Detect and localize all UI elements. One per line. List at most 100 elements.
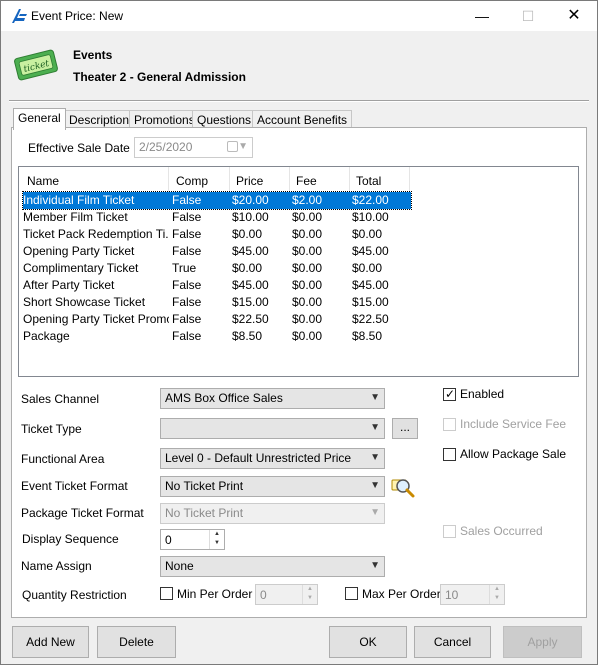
cell-comp: False	[172, 312, 202, 326]
cell-price: $0.00	[232, 227, 263, 241]
cell-total: $22.00	[352, 193, 389, 207]
header-event: Theater 2 - General Admission	[73, 70, 246, 84]
cell-total: $0.00	[352, 261, 383, 275]
table-row[interactable]: Complimentary Ticket True $0.00 $0.00 $0.00	[23, 260, 411, 277]
spin-down-icon[interactable]: ▼	[210, 539, 224, 548]
name-assign-label: Name Assign	[21, 559, 92, 573]
spin-up-icon[interactable]: ▲	[210, 530, 224, 539]
package-ticket-format-select[interactable]: No Ticket Print ▼	[160, 503, 385, 524]
column-header-fee[interactable]: Fee	[290, 167, 350, 192]
stepper-buttons[interactable]: ▲ ▼	[489, 585, 504, 604]
sales-occurred-checkbox[interactable]	[443, 525, 456, 538]
event-ticket-format-label: Event Ticket Format	[21, 479, 128, 493]
name-assign-select[interactable]: None ▼	[160, 556, 385, 577]
title-bar: Event Price: New — ☐ ✕	[1, 1, 597, 31]
table-row[interactable]: Ticket Pack Redemption Ti... False $0.00 $0…	[23, 226, 411, 243]
event-ticket-format-select[interactable]: No Ticket Print ▼	[160, 476, 385, 497]
close-button[interactable]: ✕	[551, 1, 597, 31]
cell-comp: False	[172, 295, 202, 309]
cell-name: Opening Party Ticket Promo	[23, 312, 169, 326]
display-sequence-label: Display Sequence	[22, 532, 119, 546]
window-title: Event Price: New	[31, 9, 124, 23]
table-row[interactable]: Individual Film Ticket False $20.00 $2.00 $2…	[22, 191, 412, 210]
header-category: Events	[73, 48, 113, 62]
table-row[interactable]: Package False $8.50 $0.00 $8.50	[23, 328, 411, 345]
spin-down-icon[interactable]: ▼	[490, 594, 504, 603]
spin-up-icon[interactable]: ▲	[303, 585, 317, 594]
table-row[interactable]: Opening Party Ticket Promo False $22.50 $0.…	[23, 311, 411, 328]
display-sequence-stepper[interactable]: 0 ▲ ▼	[160, 529, 225, 550]
table-row[interactable]: After Party Ticket False $45.00 $0.00 $45.00	[23, 277, 411, 294]
stepper-buttons[interactable]: ▲ ▼	[209, 530, 224, 549]
cell-comp: False	[172, 227, 202, 241]
ticket-type-select[interactable]: ▼	[160, 418, 385, 439]
max-per-order-checkbox[interactable]	[345, 587, 358, 600]
price-grid[interactable]: Name Comp Price Fee Total Individual Fil…	[18, 166, 579, 377]
chevron-down-icon: ▼	[370, 507, 380, 518]
cell-comp: False	[172, 244, 202, 258]
effective-sale-date-picker[interactable]: 2/25/2020 ▼	[134, 137, 253, 158]
table-row[interactable]: Short Showcase Ticket False $15.00 $0.00 $15…	[23, 294, 411, 311]
stepper-buttons[interactable]: ▲ ▼	[302, 585, 317, 604]
min-per-order-label: Min Per Order	[177, 587, 253, 601]
spin-down-icon[interactable]: ▼	[303, 594, 317, 603]
functional-area-label: Functional Area	[21, 452, 105, 466]
apply-button[interactable]: Apply	[503, 626, 582, 658]
name-assign-value: None	[165, 559, 194, 573]
cell-price: $22.50	[232, 312, 269, 326]
cell-name: Short Showcase Ticket	[23, 295, 146, 309]
calendar-icon	[227, 141, 238, 152]
chevron-down-icon: ▼	[370, 392, 380, 403]
column-header-comp[interactable]: Comp	[170, 167, 230, 192]
tab-general[interactable]: General	[13, 108, 66, 130]
cell-total: $45.00	[352, 278, 389, 292]
ok-button[interactable]: OK	[329, 626, 407, 658]
cell-name: Complimentary Ticket	[23, 261, 139, 275]
cell-price: $0.00	[232, 261, 263, 275]
header-separator	[9, 100, 589, 102]
chevron-down-icon: ▼	[370, 422, 380, 433]
enabled-checkbox[interactable]: ✓	[443, 387, 456, 401]
cell-name: Opening Party Ticket	[23, 244, 135, 258]
min-per-order-stepper[interactable]: 0 ▲ ▼	[255, 584, 318, 605]
minimize-button[interactable]: —	[459, 1, 505, 31]
cancel-button[interactable]: Cancel	[414, 626, 491, 658]
min-per-order-checkbox[interactable]	[160, 587, 173, 600]
cell-price: $15.00	[232, 295, 269, 309]
cell-fee: $0.00	[292, 295, 323, 309]
allow-package-sale-checkbox[interactable]	[443, 448, 456, 461]
column-header-price[interactable]: Price	[230, 167, 290, 192]
column-header-total[interactable]: Total	[350, 167, 410, 192]
ticket-type-browse-button[interactable]: ...	[392, 418, 418, 439]
cell-comp: False	[172, 278, 202, 292]
chevron-down-icon: ▼	[370, 452, 380, 463]
cell-total: $0.00	[352, 227, 383, 241]
chevron-down-icon: ▼	[238, 141, 248, 152]
add-new-button[interactable]: Add New	[12, 626, 89, 658]
allow-package-sale-label: Allow Package Sale	[460, 447, 567, 461]
delete-button[interactable]: Delete	[97, 626, 176, 658]
cell-fee: $2.00	[292, 193, 323, 207]
maximize-button[interactable]: ☐	[505, 1, 551, 31]
cell-fee: $0.00	[292, 227, 323, 241]
table-row[interactable]: Member Film Ticket False $10.00 $0.00 $10.00	[23, 209, 411, 226]
chevron-down-icon: ▼	[370, 560, 380, 571]
enabled-label: Enabled	[460, 387, 505, 401]
chevron-down-icon: ▼	[370, 480, 380, 491]
cell-price: $45.00	[232, 278, 269, 292]
package-ticket-format-label: Package Ticket Format	[21, 506, 144, 520]
max-per-order-stepper[interactable]: 10 ▲ ▼	[440, 584, 505, 605]
sales-channel-value: AMS Box Office Sales	[165, 391, 283, 405]
column-header-name[interactable]: Name	[21, 167, 169, 192]
table-row[interactable]: Opening Party Ticket False $45.00 $0.00 $45.…	[23, 243, 411, 260]
display-sequence-value: 0	[165, 533, 172, 547]
cell-name: Ticket Pack Redemption Ti...	[23, 227, 169, 241]
functional-area-select[interactable]: Level 0 - Default Unrestricted Price ▼	[160, 448, 385, 469]
sales-channel-select[interactable]: AMS Box Office Sales ▼	[160, 388, 385, 409]
spin-up-icon[interactable]: ▲	[490, 585, 504, 594]
cell-name: After Party Ticket	[23, 278, 115, 292]
include-service-fee-checkbox[interactable]	[443, 418, 456, 431]
ticket-type-label: Ticket Type	[21, 422, 82, 436]
ticket-preview-icon[interactable]	[390, 476, 416, 500]
cell-total: $15.00	[352, 295, 389, 309]
